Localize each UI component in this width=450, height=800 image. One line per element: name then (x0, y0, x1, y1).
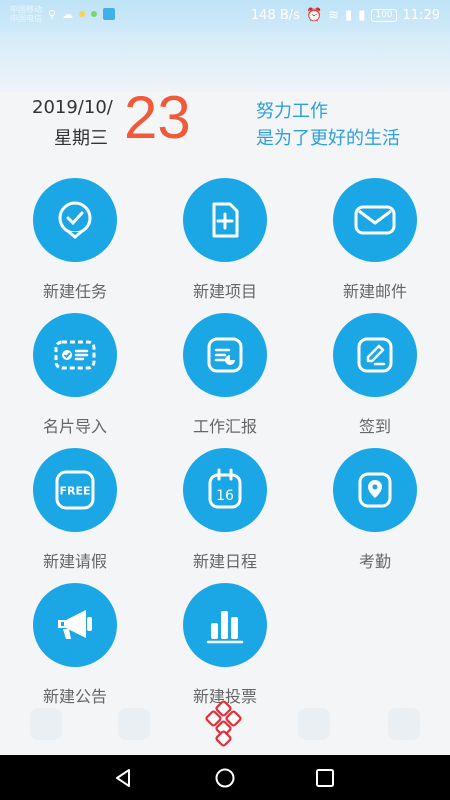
tile-attendance[interactable]: 考勤 (300, 448, 450, 578)
tile-new-task[interactable]: 新建任务 (0, 178, 150, 308)
sign-in-pen-icon (333, 313, 417, 397)
usb-icon: ⚲ (48, 7, 57, 21)
mail-envelope-icon (333, 178, 417, 262)
header-background (0, 32, 450, 92)
work-report-icon (183, 313, 267, 397)
tile-new-announcement[interactable]: 新建公告 (0, 583, 150, 713)
carrier-info: 中国移动 中国电信 (10, 5, 42, 23)
tile-new-project[interactable]: 新建项目 (150, 178, 300, 308)
signal-icon: ▮ (345, 8, 353, 23)
clock: 11:29 (402, 8, 440, 23)
date-year-month: 2019/10/ (32, 97, 113, 118)
date-day-number: 23 (124, 84, 191, 151)
tile-label: 考勤 (358, 552, 391, 571)
tile-new-schedule[interactable]: 16 新建日程 (150, 448, 300, 578)
system-navigation-bar (0, 755, 450, 800)
back-icon[interactable] (112, 767, 134, 789)
carrier-1: 中国移动 (10, 5, 42, 14)
tile-label: 新建任务 (42, 282, 107, 301)
attendance-location-icon (333, 448, 417, 532)
recent-apps-icon[interactable] (314, 767, 336, 789)
tab-icon-5 (388, 708, 420, 740)
tile-card-import[interactable]: 名片导入 (0, 313, 150, 443)
new-project-doc-icon (183, 178, 267, 262)
vote-bar-chart-icon (183, 583, 267, 667)
diamond-logo-icon (205, 700, 242, 747)
slogan-line-1: 努力工作 (256, 101, 328, 122)
tile-new-leave[interactable]: FREE 新建请假 (0, 448, 150, 578)
tab-icon-1 (30, 708, 62, 740)
free-leave-icon: FREE (33, 448, 117, 532)
tile-label: 工作汇报 (192, 417, 257, 436)
close-menu-button[interactable] (200, 700, 250, 750)
business-card-import-icon (33, 313, 117, 397)
tile-label: 新建项目 (192, 282, 257, 301)
calendar-schedule-icon: 16 (183, 448, 267, 532)
cloud-icon: ☁ (62, 7, 74, 21)
home-icon[interactable] (214, 767, 236, 789)
date-header: 2019/10/ 星期三 23 努力工作 是为了更好的生活 (0, 84, 450, 167)
network-speed: 148 B/s (250, 8, 300, 23)
tile-new-vote[interactable]: 新建投票 (150, 583, 300, 713)
wifi-icon: ≋ (328, 8, 340, 23)
tile-sign-in[interactable]: 签到 (300, 313, 450, 443)
tile-label: 名片导入 (42, 417, 107, 436)
message-notification-icon (103, 8, 116, 20)
alarm-icon: ⏰ (305, 8, 323, 23)
tile-label: 新建日程 (192, 552, 257, 571)
tile-label: 签到 (358, 417, 391, 436)
carrier-2: 中国电信 (10, 14, 42, 23)
calendar-day-text: 16 (216, 488, 234, 504)
date-weekday: 星期三 (54, 128, 108, 149)
slogan-line-2: 是为了更好的生活 (256, 128, 400, 149)
app-notification-icon (91, 11, 98, 17)
notification-dot-icon (79, 11, 86, 17)
status-bar: 中国移动 中国电信 ⚲ ☁ 148 B/s ⏰ ≋ ▮ ▮ 100 11:29 (0, 0, 450, 32)
free-text: FREE (59, 485, 90, 498)
tile-new-mail[interactable]: 新建邮件 (300, 178, 450, 308)
tab-icon-4 (298, 708, 330, 740)
battery-indicator: 100 (371, 9, 397, 22)
megaphone-announcement-icon (33, 583, 117, 667)
signal-2-icon: ▮ (358, 8, 366, 23)
tile-work-report[interactable]: 工作汇报 (150, 313, 300, 443)
tile-label: 新建请假 (42, 552, 107, 571)
task-check-icon (33, 178, 117, 262)
tab-icon-2 (118, 708, 150, 740)
tile-label: 新建邮件 (342, 282, 407, 301)
